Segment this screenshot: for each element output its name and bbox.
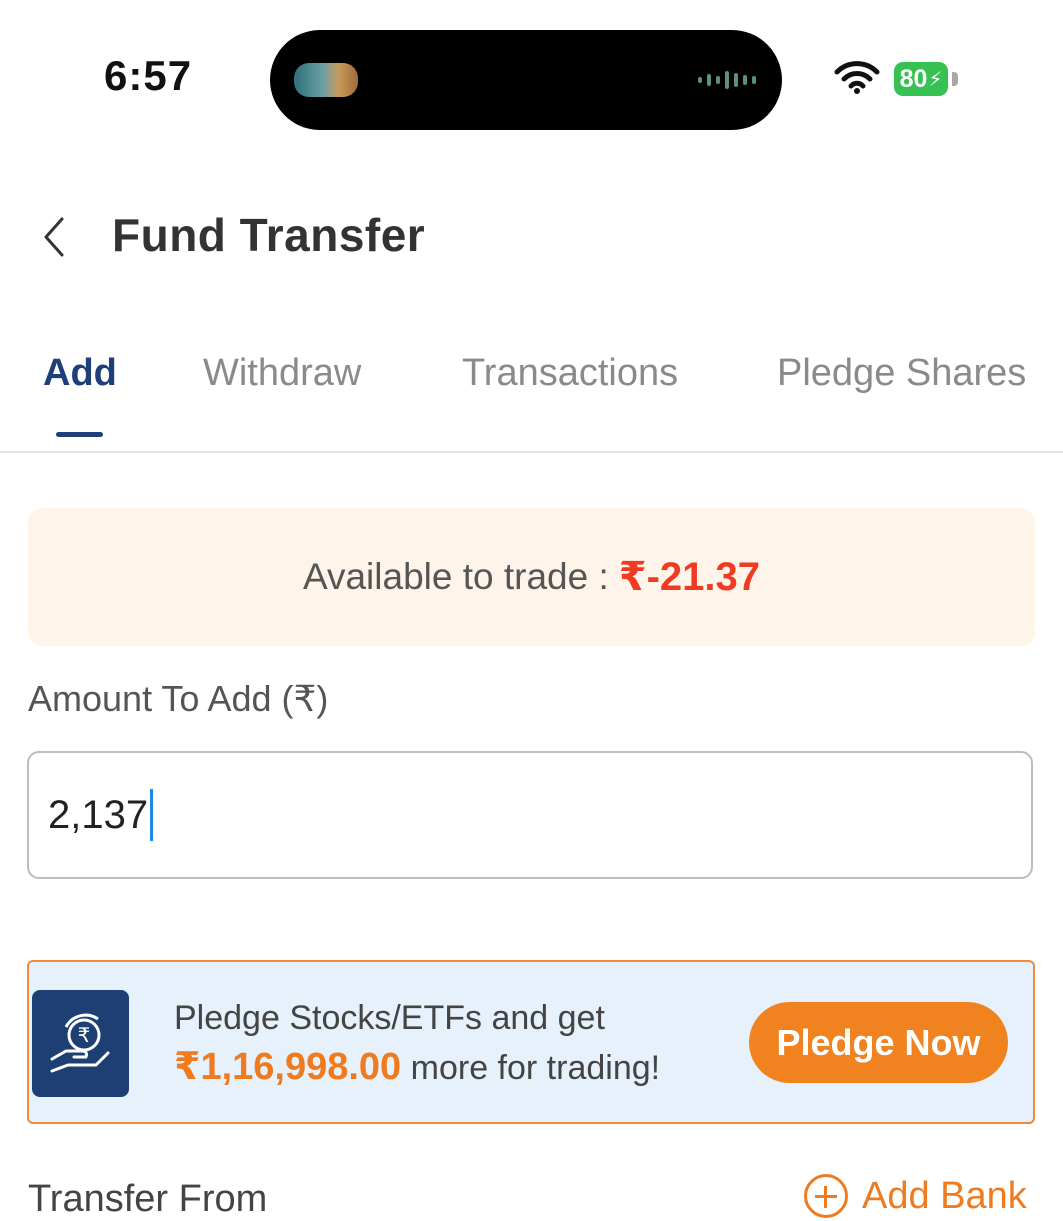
tab-transactions[interactable]: Transactions <box>462 352 678 395</box>
pledge-banner[interactable]: ₹ Pledge Stocks/ETFs and get ₹1,16,998.0… <box>27 960 1035 1124</box>
wifi-icon <box>834 61 880 94</box>
tabs-divider <box>0 451 1063 453</box>
pledge-text-line2: ₹1,16,998.00 more for trading! <box>174 1044 660 1089</box>
add-bank-label[interactable]: Add Bank <box>862 1175 1027 1218</box>
available-balance-card: Available to trade : ₹-21.37 <box>28 508 1035 646</box>
available-label: Available to trade : <box>302 556 609 597</box>
battery-icon: 80 ⚡ <box>894 62 948 96</box>
rupee-hand-refresh-icon: ₹ <box>32 990 129 1097</box>
amount-label: Amount To Add (₹) <box>28 678 329 719</box>
text-caret <box>150 789 154 841</box>
available-value: ₹-21.37 <box>618 555 761 599</box>
svg-text:₹: ₹ <box>77 1023 90 1047</box>
pledge-text: Pledge Stocks/ETFs and get <box>174 999 605 1037</box>
plus-icon <box>804 1174 848 1218</box>
amount-value[interactable]: 2,137 <box>48 793 148 838</box>
tab-pledge-shares[interactable]: Pledge Shares <box>777 352 1026 395</box>
page-title: Fund Transfer <box>112 209 426 261</box>
pledge-suffix: more for trading! <box>410 1049 661 1087</box>
tab-add[interactable]: Add <box>43 352 117 395</box>
amount-input[interactable]: 2,137 <box>27 751 1033 879</box>
battery-level: 80 <box>899 64 928 93</box>
active-tab-indicator <box>56 432 103 437</box>
dynamic-island[interactable] <box>270 30 782 130</box>
now-playing-thumbnail[interactable] <box>294 63 358 97</box>
battery-nub <box>952 72 958 86</box>
status-time: 6:57 <box>104 52 193 99</box>
add-bank-button[interactable]: Add Bank <box>804 1174 1027 1218</box>
pledge-amount: ₹1,16,998.00 <box>174 1046 402 1088</box>
chevron-left-icon[interactable] <box>38 215 78 259</box>
pledge-now-button[interactable]: Pledge Now <box>749 1002 1008 1083</box>
audio-wave-icon <box>698 69 756 91</box>
tab-withdraw[interactable]: Withdraw <box>203 352 361 395</box>
